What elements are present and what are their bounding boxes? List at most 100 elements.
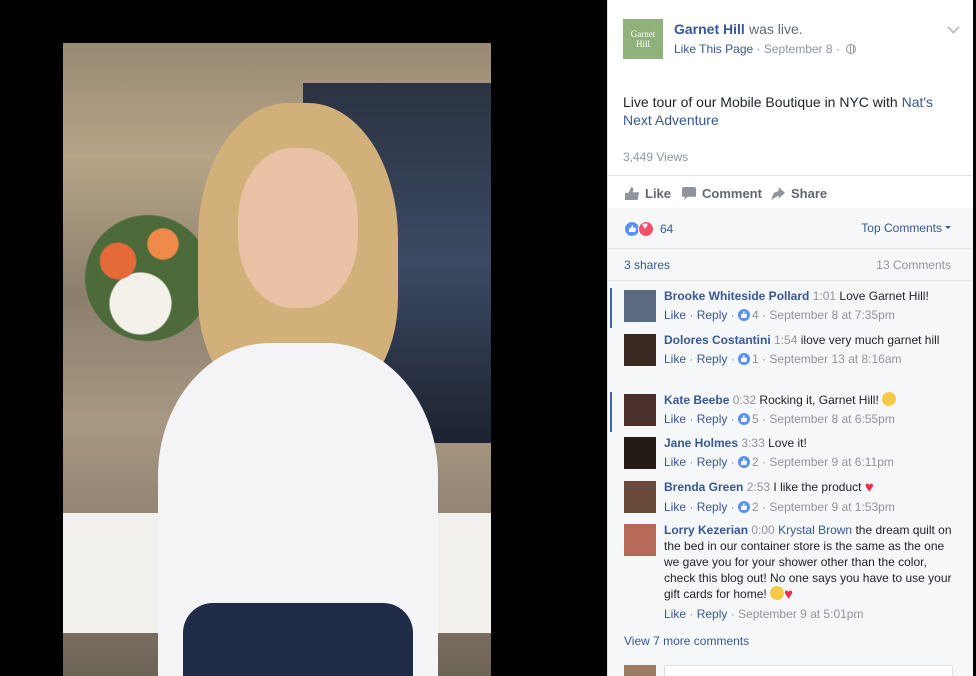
comment-timestamp[interactable]: 0:32	[733, 393, 756, 407]
comment-date[interactable]: September 9 at 5:01pm	[738, 607, 863, 621]
avatar[interactable]	[624, 437, 656, 469]
divider	[608, 175, 973, 176]
comment-item: Brenda Green 2:53 I like the product ♥ L…	[608, 479, 973, 519]
view-more-comments-link[interactable]: View 7 more comments	[624, 634, 749, 648]
comment-like-count[interactable]: 2	[752, 455, 759, 469]
comment-author[interactable]: Lorry Kezerian	[664, 523, 748, 537]
comment-like-link[interactable]: Like	[664, 308, 686, 322]
shares-link[interactable]: 3 shares	[624, 258, 670, 272]
avatar[interactable]	[624, 394, 656, 426]
comment-text: Rocking it, Garnet Hill!	[759, 393, 879, 407]
comment-timestamp[interactable]: 0:00	[751, 523, 774, 537]
like-count-icon	[738, 353, 751, 365]
comment-item: Brooke Whiteside Pollard 1:01 Love Garne…	[608, 288, 973, 328]
comment-date[interactable]: September 9 at 1:53pm	[769, 500, 894, 514]
comment-reply-link[interactable]: Reply	[697, 308, 728, 322]
avatar[interactable]	[624, 334, 656, 366]
comment-item: Kate Beebe 0:32 Rocking it, Garnet Hill!…	[608, 392, 973, 432]
comment-author[interactable]: Dolores Costantini	[664, 333, 771, 347]
post-date[interactable]: · September 8 ·	[757, 42, 840, 56]
live-video[interactable]	[63, 43, 491, 676]
share-icon	[771, 187, 785, 200]
like-label: Like	[645, 186, 672, 201]
post-text-main: Live tour of our Mobile Boutique in NYC …	[623, 94, 902, 110]
comment-author[interactable]: Jane Holmes	[664, 436, 738, 450]
reaction-count: 64	[660, 222, 674, 236]
chevron-down-icon[interactable]	[947, 21, 960, 34]
post-header: Garnet Hill Garnet Hill was live. Like T…	[623, 19, 963, 61]
comment-date[interactable]: September 8 at 7:35pm	[769, 308, 894, 322]
comment-timestamp[interactable]: 1:54	[774, 333, 797, 347]
comment-like-link[interactable]: Like	[664, 500, 686, 514]
comment-like-link[interactable]: Like	[664, 352, 686, 366]
comment-icon	[682, 187, 696, 200]
comment-sort-label: Top Comments	[861, 221, 942, 235]
comment-mention[interactable]: Krystal Brown	[778, 523, 852, 537]
avatar[interactable]	[624, 290, 656, 322]
comment-date[interactable]: September 8 at 6:55pm	[769, 412, 894, 426]
comment-like-count[interactable]: 2	[752, 500, 759, 514]
comment-reply-link[interactable]: Reply	[697, 500, 728, 514]
comment-like-count[interactable]: 5	[752, 412, 759, 426]
comment-timestamp[interactable]: 1:01	[813, 289, 836, 303]
video-stage	[0, 0, 607, 676]
like-button[interactable]: Like	[625, 186, 671, 201]
page-logo[interactable]: Garnet Hill	[623, 19, 663, 59]
view-count: 3,449 Views	[623, 150, 689, 164]
like-count-icon	[738, 456, 751, 468]
comment-meta: Like · Reply · 5 · September 8 at 6:55pm	[664, 412, 895, 426]
divider	[608, 248, 973, 249]
post-text: Live tour of our Mobile Boutique in NYC …	[623, 93, 963, 129]
video-person-face	[238, 148, 358, 308]
comment-like-link[interactable]: Like	[664, 455, 686, 469]
wink-emoji-icon	[770, 586, 785, 600]
comment-item: Dolores Costantini 1:54 ilove very much …	[608, 332, 973, 384]
comment-timestamp[interactable]: 3:33	[741, 436, 764, 450]
like-count-icon	[738, 501, 751, 513]
comment-author[interactable]: Brooke Whiteside Pollard	[664, 289, 809, 303]
comment-like-link[interactable]: Like	[664, 412, 686, 426]
comment-date[interactable]: September 9 at 6:11pm	[769, 455, 894, 469]
comment-like-count[interactable]: 1	[752, 352, 759, 366]
share-label: Share	[791, 186, 828, 201]
post-panel: Garnet Hill Garnet Hill was live. Like T…	[607, 0, 973, 676]
comment-timestamp[interactable]: 2:53	[747, 480, 770, 494]
comment-meta: Like · Reply · 2 · September 9 at 6:11pm	[664, 455, 894, 469]
post-subline: Like This Page · September 8 ·	[674, 42, 857, 56]
thumbs-up-icon	[625, 187, 639, 200]
heart-emoji-icon: ♥	[784, 586, 793, 603]
comment-input[interactable]	[664, 665, 953, 676]
live-status: was live.	[749, 21, 803, 37]
comment-text: I like the product	[773, 480, 862, 494]
comment-meta: Like · Reply · 2 · September 9 at 1:53pm	[664, 500, 895, 514]
comment-reply-link[interactable]: Reply	[697, 607, 728, 621]
comment-count[interactable]: 13 Comments	[876, 258, 951, 272]
page-name-link[interactable]: Garnet Hill	[674, 21, 745, 37]
reactions-summary[interactable]: 64	[624, 221, 673, 237]
comment-like-count[interactable]: 4	[752, 308, 759, 322]
comment-reply-link[interactable]: Reply	[697, 412, 728, 426]
comment-item: Lorry Kezerian 0:00 Krystal Brown the dr…	[608, 522, 973, 621]
comment-text: Love Garnet Hill!	[839, 289, 929, 303]
video-person-legs	[183, 603, 413, 676]
like-page-link[interactable]: Like This Page	[674, 42, 753, 56]
avatar[interactable]	[624, 524, 656, 556]
comment-sort-dropdown[interactable]: Top Comments	[861, 221, 951, 235]
comment-button[interactable]: Comment	[682, 186, 762, 201]
comment-author[interactable]: Brenda Green	[664, 480, 743, 494]
wink-kiss-emoji-icon	[882, 392, 897, 406]
write-comment-row	[624, 665, 954, 676]
share-button[interactable]: Share	[771, 186, 827, 201]
comment-meta: Like · Reply · 1 · September 13 at 8:16a…	[664, 352, 902, 366]
like-count-icon	[738, 413, 751, 425]
comment-like-link[interactable]: Like	[664, 607, 686, 621]
comment-reply-link[interactable]: Reply	[697, 455, 728, 469]
comment-text: Love it!	[768, 436, 807, 450]
heart-emoji-icon: ♥	[864, 479, 874, 496]
comment-label: Comment	[702, 186, 762, 201]
comment-date[interactable]: September 13 at 8:16am	[769, 352, 901, 366]
avatar[interactable]	[624, 481, 656, 513]
comment-author[interactable]: Kate Beebe	[664, 393, 729, 407]
divider	[608, 280, 973, 281]
comment-reply-link[interactable]: Reply	[697, 352, 728, 366]
